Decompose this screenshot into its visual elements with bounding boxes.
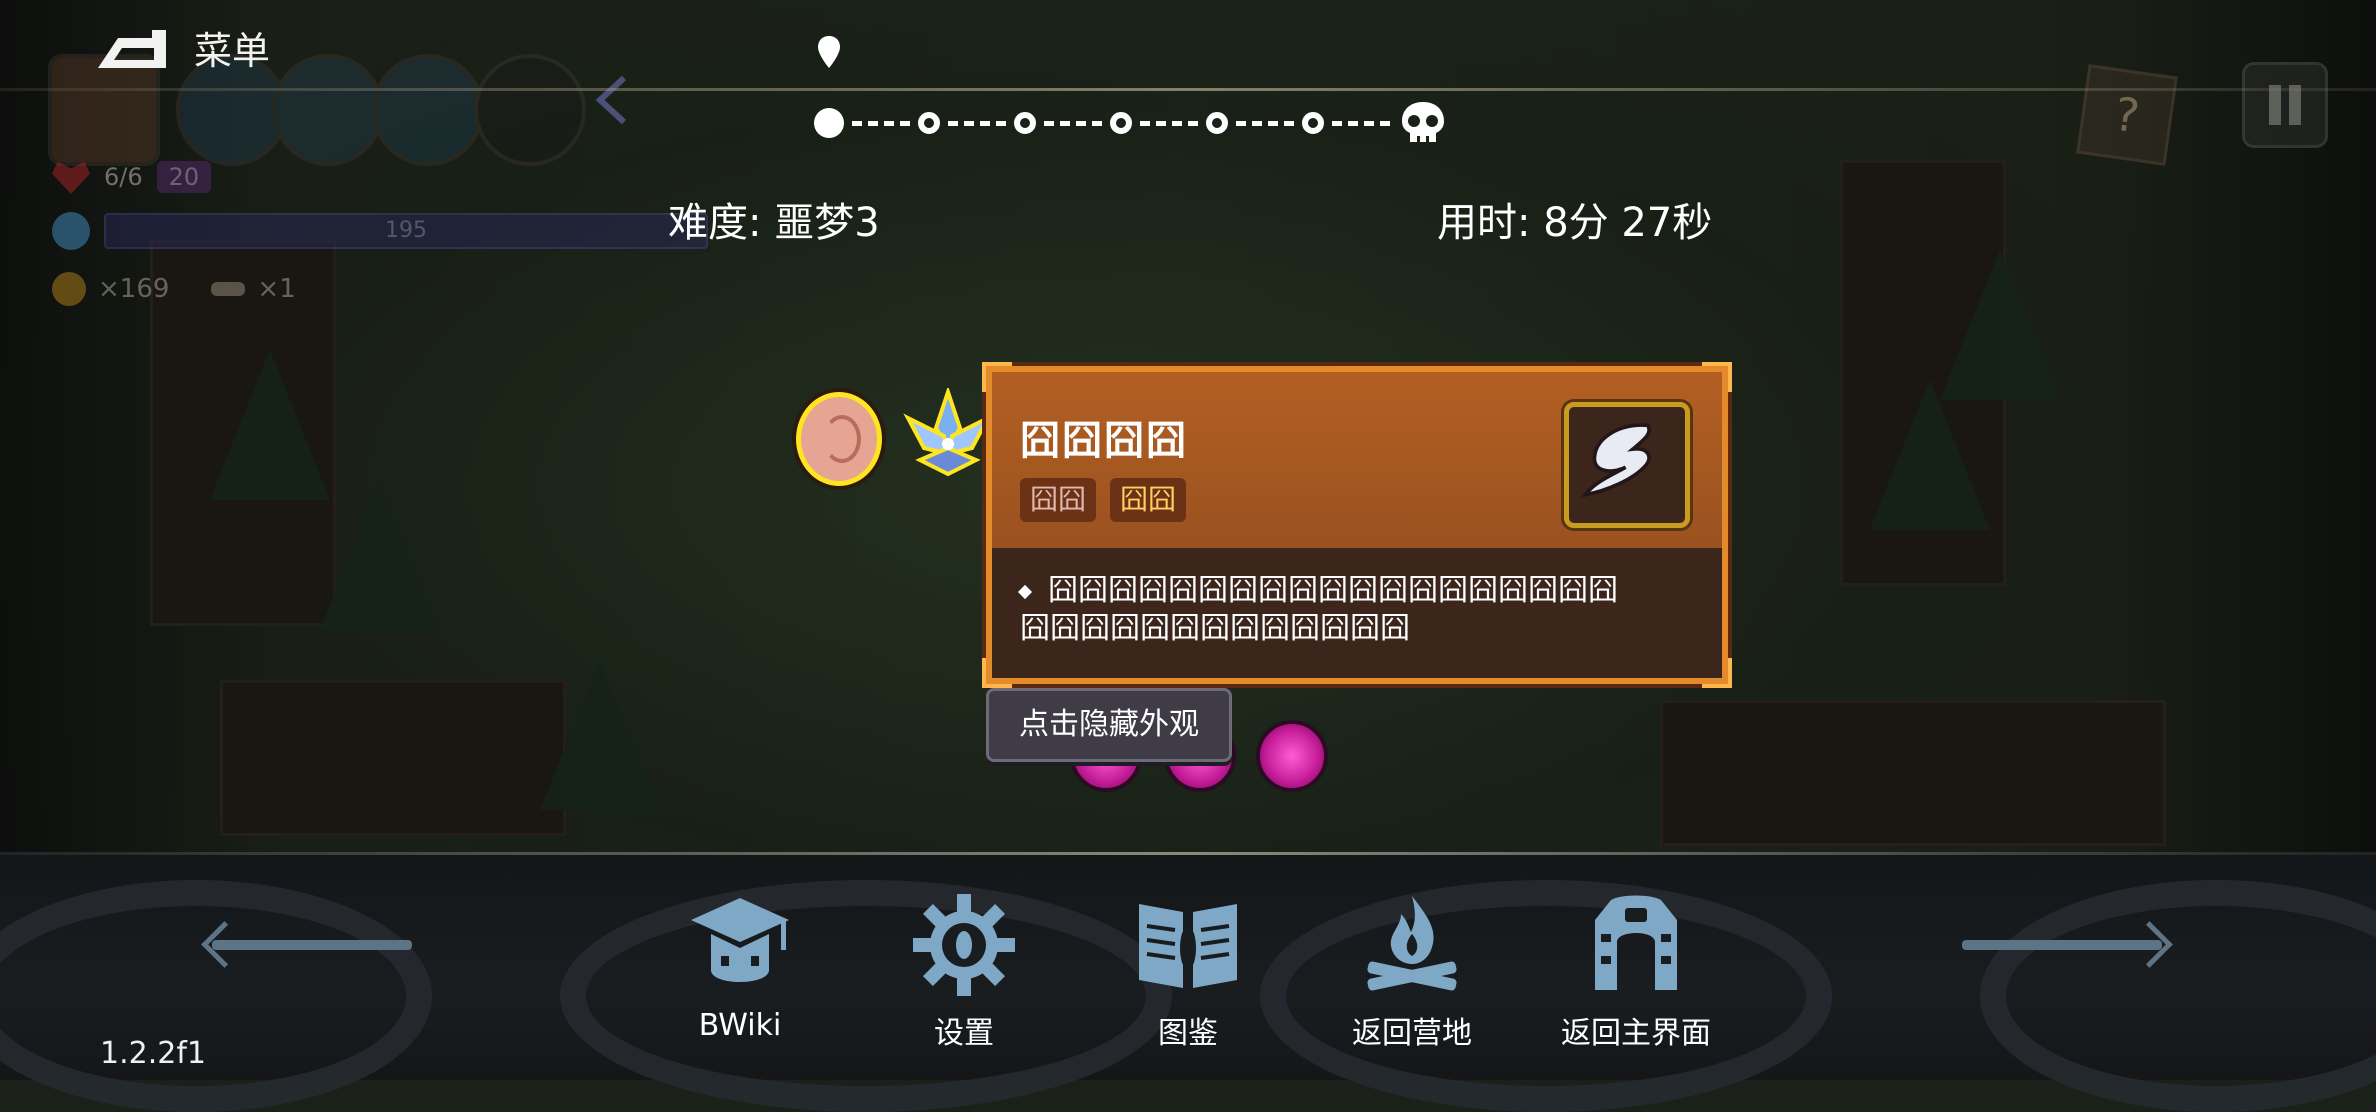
skill-slot	[372, 54, 484, 166]
nav-label: BWiki	[698, 1008, 782, 1043]
collapse-arrow-icon[interactable]	[592, 72, 632, 128]
menu-label: 菜单	[194, 29, 271, 73]
nav-label: 图鉴	[1158, 1016, 1218, 1051]
heart-icon	[52, 161, 90, 194]
skull-icon	[1402, 102, 1444, 142]
track-dash	[852, 120, 910, 126]
corner-ornament	[1702, 658, 1732, 688]
tooltip-tag: 囧囧	[1020, 478, 1097, 522]
mana-row: 195	[52, 212, 708, 250]
description-line: 囧囧囧囧囧囧囧囧囧囧囧囧囧	[1020, 611, 1410, 646]
skill-slot	[474, 54, 586, 166]
nav-label: 返回主界面	[1561, 1016, 1711, 1051]
book-icon	[1139, 904, 1237, 988]
track-dash	[1236, 120, 1294, 126]
nav-return-main-button[interactable]: 返回主界面	[1546, 890, 1726, 1052]
stage-node	[918, 112, 940, 134]
lotus-relic-icon[interactable]	[900, 388, 996, 478]
left-arrow-ornament	[212, 940, 412, 950]
coin-icon	[52, 272, 86, 306]
skill-slot	[272, 54, 384, 166]
hp-value: 6/6	[104, 163, 143, 191]
mana-orb-icon	[52, 212, 90, 250]
nav-bwiki-button[interactable]: BWiki	[650, 890, 830, 1043]
corner-ornament	[982, 658, 1012, 688]
tooltip-description: 囧囧囧囧囧囧囧囧囧囧囧囧囧囧囧囧囧囧囧 囧囧囧囧囧囧囧囧囧囧囧囧囧	[1017, 572, 1700, 648]
version-label: 1.2.2f1	[100, 1036, 206, 1071]
tooltip-header: 囧囧囧囧 囧囧 囧囧	[992, 372, 1722, 548]
bullet-icon	[1017, 584, 1033, 599]
corner-ornament	[982, 362, 1012, 392]
tooltip-tag: 囧囧	[1110, 478, 1187, 522]
nav-codex-button[interactable]: 图鉴	[1098, 890, 1278, 1052]
tooltip-body: 囧囧囧囧囧囧囧囧囧囧囧囧囧囧囧囧囧囧囧 囧囧囧囧囧囧囧囧囧囧囧囧囧	[992, 548, 1722, 678]
campfire-icon	[1367, 896, 1457, 991]
resource-row: ×169 ×1	[52, 272, 296, 306]
hide-appearance-button[interactable]: 点击隐藏外观	[986, 688, 1232, 762]
corner-ornament	[1702, 362, 1732, 392]
description-line: 囧囧囧囧囧囧囧囧囧囧囧囧囧囧囧囧囧囧囧	[1048, 573, 1618, 608]
run-timer: 用时: 8分 27秒	[1437, 200, 1713, 246]
stage-node	[1110, 112, 1132, 134]
nav-return-camp-button[interactable]: 返回营地	[1322, 890, 1502, 1052]
graduation-cap-icon	[691, 898, 789, 982]
stage-node	[1206, 112, 1228, 134]
track-dash	[948, 120, 1006, 126]
track-dash	[1140, 120, 1198, 126]
track-dash	[1332, 120, 1390, 126]
location-pin-icon	[818, 36, 840, 68]
tooltip-title: 囧囧囧囧	[1020, 418, 1188, 464]
stage-node	[1014, 112, 1036, 134]
mana-bar: 195	[104, 213, 708, 249]
help-book-button[interactable]: ?	[2076, 64, 2178, 166]
track-dash	[1044, 120, 1102, 126]
back-icon	[92, 24, 172, 72]
stage-node-current	[814, 108, 844, 138]
item-tooltip[interactable]: 囧囧囧囧 囧囧 囧囧 囧囧囧囧囧囧囧囧囧囧囧囧囧囧囧囧囧囧囧 囧囧囧囧囧囧囧囧囧…	[982, 362, 1732, 688]
nav-label: 设置	[934, 1016, 994, 1051]
gear-icon	[913, 894, 1015, 996]
gate-icon	[1595, 895, 1677, 990]
whip-slash-icon	[1564, 402, 1690, 528]
key-icon	[211, 282, 246, 296]
ear-relic-icon[interactable]	[796, 392, 882, 486]
stage-node	[1302, 112, 1324, 134]
nav-label: 返回营地	[1352, 1016, 1472, 1051]
hp-row: 6/6 20	[52, 160, 212, 194]
pause-button[interactable]	[2242, 62, 2328, 148]
coin-count: ×169	[98, 274, 170, 304]
menu-back-button[interactable]: 菜单	[92, 20, 270, 75]
magic-orb-icon[interactable]	[1256, 720, 1328, 792]
right-arrow-ornament	[1962, 940, 2162, 950]
stage-progress-track	[814, 100, 1448, 146]
nav-settings-button[interactable]: 设置	[874, 890, 1054, 1052]
difficulty-label: 难度: 噩梦3	[668, 200, 880, 246]
shield-badge: 20	[156, 161, 212, 193]
bottom-divider	[0, 852, 2376, 855]
top-divider	[0, 88, 2376, 91]
key-count: ×1	[257, 274, 296, 304]
